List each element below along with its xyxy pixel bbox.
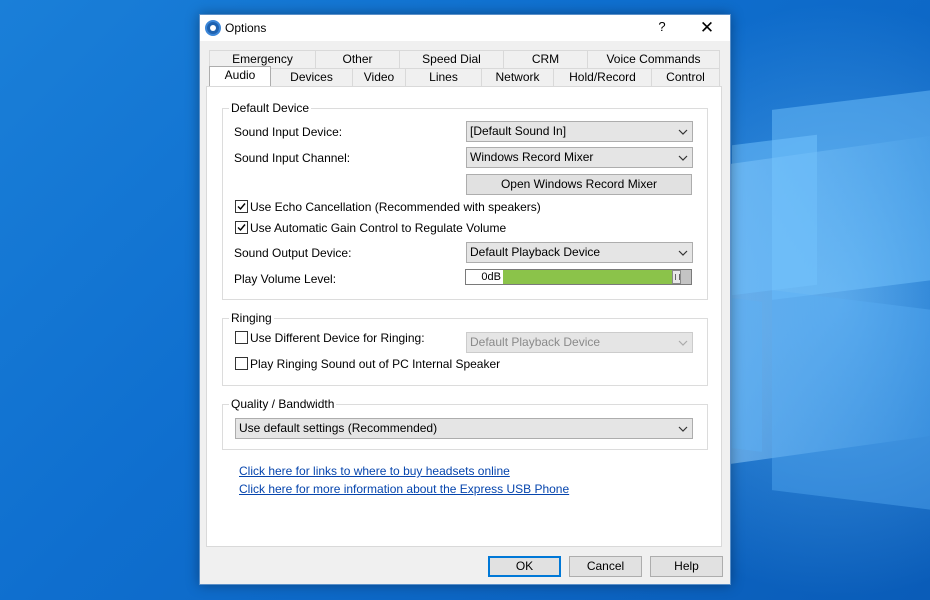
- ringing-group-label: Ringing: [229, 311, 274, 325]
- tab-speed-dial[interactable]: Speed Dial: [399, 50, 504, 69]
- sound-output-device-select[interactable]: Default Playback Device: [466, 242, 693, 263]
- tab-video[interactable]: Video: [352, 68, 406, 87]
- chevron-down-icon: [678, 426, 688, 432]
- echo-cancellation-label: Use Echo Cancellation (Recommended with …: [250, 200, 541, 214]
- ok-button[interactable]: OK: [488, 556, 561, 577]
- checkmark-icon: [237, 224, 246, 232]
- usb-phone-info-link[interactable]: Click here for more information about th…: [239, 482, 569, 496]
- pc-speaker-ringing-label: Play Ringing Sound out of PC Internal Sp…: [250, 357, 501, 371]
- chevron-down-icon: [678, 129, 688, 135]
- quality-bandwidth-group-label: Quality / Bandwidth: [229, 397, 337, 411]
- app-icon: [205, 20, 221, 36]
- audio-tab-panel: Default Device Sound Input Device: [Defa…: [206, 86, 722, 547]
- tab-audio[interactable]: Audio: [209, 66, 271, 86]
- play-volume-slider[interactable]: 0dB: [465, 269, 692, 285]
- quality-bandwidth-value: Use default settings (Recommended): [239, 421, 438, 435]
- ringing-device-value: Default Playback Device: [470, 335, 601, 349]
- sound-output-device-label: Sound Output Device:: [234, 246, 352, 260]
- play-volume-fill: [503, 270, 676, 284]
- tab-control[interactable]: Control: [651, 68, 720, 87]
- pc-speaker-ringing-checkbox[interactable]: [235, 357, 248, 370]
- tab-lines[interactable]: Lines: [405, 68, 482, 87]
- chevron-down-icon: [678, 155, 688, 161]
- window-title: Options: [225, 21, 267, 35]
- sound-input-channel-value: Windows Record Mixer: [470, 150, 594, 164]
- sound-input-device-select[interactable]: [Default Sound In]: [466, 121, 693, 142]
- buy-headsets-link[interactable]: Click here for links to where to buy hea…: [239, 464, 510, 478]
- auto-gain-control-label: Use Automatic Gain Control to Regulate V…: [250, 221, 507, 235]
- tab-network[interactable]: Network: [481, 68, 554, 87]
- auto-gain-control-checkbox[interactable]: [235, 221, 248, 234]
- tab-crm[interactable]: CRM: [503, 50, 588, 69]
- tab-other[interactable]: Other: [315, 50, 400, 69]
- title-bar[interactable]: Options ? ✕: [200, 15, 730, 41]
- options-dialog: Options ? ✕ Emergency Other Speed Dial C…: [199, 14, 731, 585]
- windows-logo-pane-top-right: [772, 90, 930, 300]
- echo-cancellation-checkbox[interactable]: [235, 200, 248, 213]
- quality-bandwidth-select[interactable]: Use default settings (Recommended): [235, 418, 693, 439]
- windows-logo-pane-bottom-right: [772, 290, 930, 510]
- tab-voice-commands[interactable]: Voice Commands: [587, 50, 720, 69]
- sound-input-device-label: Sound Input Device:: [234, 125, 343, 139]
- title-help-button[interactable]: ?: [655, 19, 669, 37]
- chevron-down-icon: [678, 250, 688, 256]
- sound-input-channel-select[interactable]: Windows Record Mixer: [466, 147, 693, 168]
- sound-input-channel-label: Sound Input Channel:: [234, 151, 351, 165]
- help-button[interactable]: Help: [650, 556, 723, 577]
- different-ringing-device-checkbox[interactable]: [235, 331, 248, 344]
- sound-input-device-value: [Default Sound In]: [470, 124, 567, 138]
- play-volume-level-label: Play Volume Level:: [234, 272, 337, 286]
- chevron-down-icon: [678, 340, 688, 346]
- default-device-group-label: Default Device: [229, 101, 312, 115]
- sound-output-device-value: Default Playback Device: [470, 245, 601, 259]
- tab-devices[interactable]: Devices: [270, 68, 353, 87]
- tab-hold-record[interactable]: Hold/Record: [553, 68, 652, 87]
- checkmark-icon: [237, 203, 246, 211]
- open-windows-record-mixer-button[interactable]: Open Windows Record Mixer: [466, 174, 692, 195]
- ringing-device-select[interactable]: Default Playback Device: [466, 332, 693, 353]
- different-ringing-device-label: Use Different Device for Ringing:: [250, 331, 425, 345]
- close-button[interactable]: ✕: [698, 18, 716, 38]
- play-volume-thumb[interactable]: [672, 270, 681, 284]
- play-volume-value: 0dB: [466, 270, 503, 284]
- cancel-button[interactable]: Cancel: [569, 556, 642, 577]
- windows-logo-pane-bottom-left: [732, 298, 762, 452]
